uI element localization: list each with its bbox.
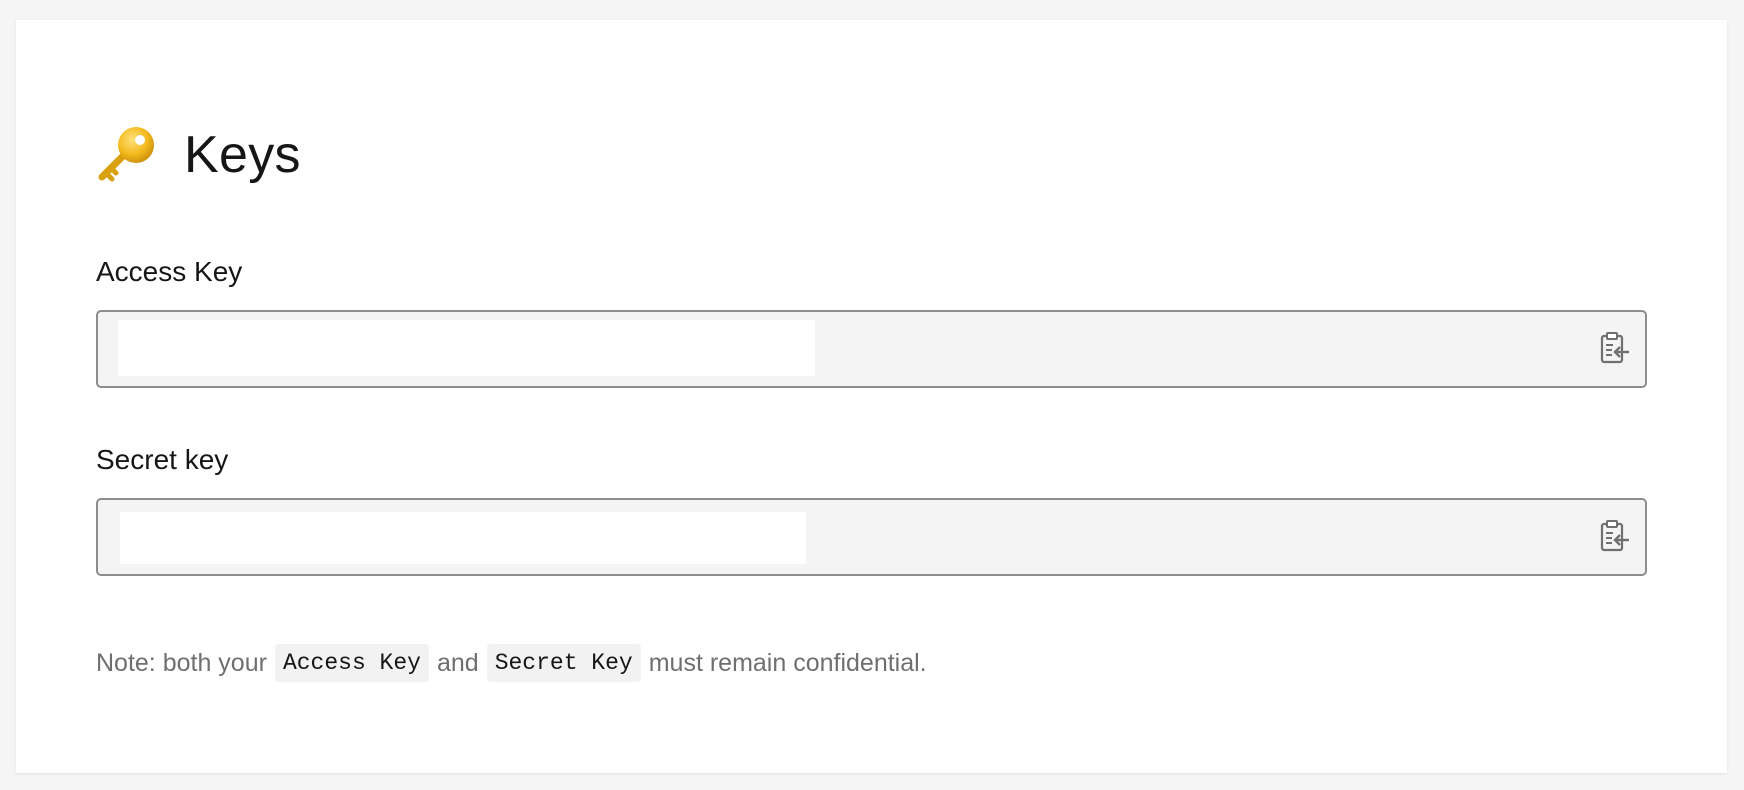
keys-card: Keys Access Key Secret key Note: both yo… bbox=[16, 20, 1727, 773]
note-prefix: Note: both your bbox=[96, 648, 267, 677]
note-code-access-key: Access Key bbox=[274, 644, 429, 682]
secret-key-field[interactable] bbox=[96, 498, 1647, 576]
page-title: Keys bbox=[184, 126, 301, 184]
access-key-value[interactable] bbox=[118, 320, 815, 376]
note-suffix: must remain confidential. bbox=[648, 648, 927, 677]
confidentiality-note: Note: both your Access Key and Secret Ke… bbox=[96, 644, 927, 682]
note-middle: and bbox=[436, 648, 479, 677]
page-header: Keys bbox=[96, 102, 301, 208]
key-icon bbox=[96, 123, 160, 187]
note-code-secret-key: Secret Key bbox=[486, 644, 641, 682]
access-key-field[interactable] bbox=[96, 310, 1647, 388]
secret-key-label: Secret key bbox=[96, 444, 229, 475]
access-key-label: Access Key bbox=[96, 256, 243, 287]
secret-key-paste-button[interactable] bbox=[1597, 519, 1633, 558]
paste-icon bbox=[1600, 331, 1630, 370]
access-key-paste-button[interactable] bbox=[1597, 331, 1633, 370]
secret-key-value[interactable] bbox=[120, 512, 806, 564]
paste-icon bbox=[1600, 519, 1630, 558]
